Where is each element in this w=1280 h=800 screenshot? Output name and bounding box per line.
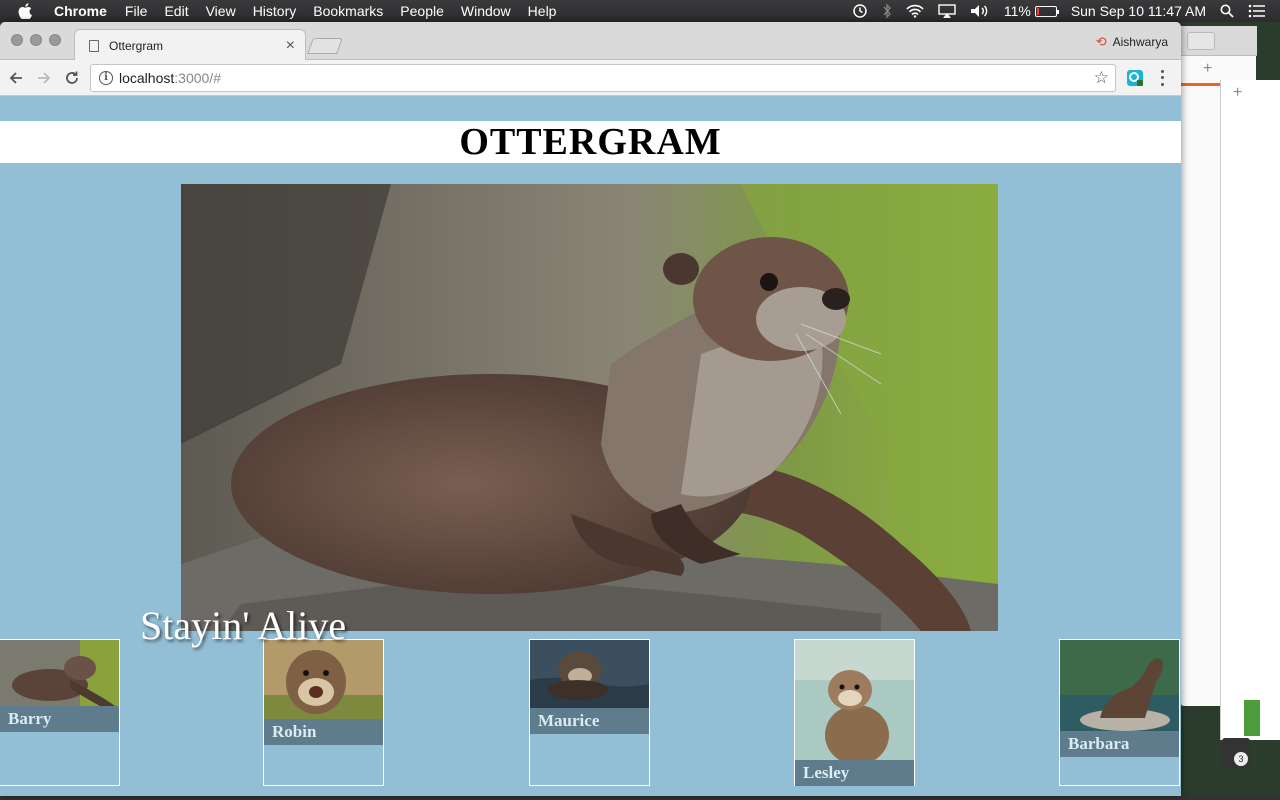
menu-people[interactable]: People (400, 3, 444, 19)
page-viewport: OTTERGRAM Barry Robin Maurice Lesley Bar… (0, 96, 1181, 796)
menu-history[interactable]: History (253, 3, 297, 19)
thumbnail-robin[interactable]: Robin (263, 639, 384, 786)
thumbnail-barry[interactable]: Barry (0, 639, 120, 786)
window-minimize-button[interactable] (30, 34, 42, 46)
browser-window: Ottergram × ⟲ Aishwarya i localhost:3000… (0, 22, 1181, 796)
wifi-icon[interactable] (906, 4, 924, 18)
thumbnail-title: Maurice (530, 708, 649, 734)
background-window-accent (1181, 83, 1225, 86)
search-icon[interactable] (1220, 4, 1234, 18)
background-window-titlebar (1181, 26, 1257, 56)
detail-title: Stayin' Alive (140, 603, 347, 648)
thumbnail-lesley[interactable]: Lesley (794, 639, 915, 786)
thumbnail-title: Barry (0, 706, 119, 732)
thumbnail-title: Lesley (795, 760, 914, 786)
status-area: 11% Sun Sep 10 11:47 AM (852, 0, 1280, 22)
back-icon[interactable] (4, 66, 28, 90)
notification-icon[interactable]: 3 (1222, 738, 1250, 768)
background-app-strip (1244, 700, 1260, 736)
page-header: OTTERGRAM (0, 121, 1181, 163)
thumbnail-image-barbara (1060, 640, 1179, 731)
thumbnail-image-maurice (530, 640, 649, 708)
apple-icon[interactable] (18, 3, 38, 19)
profile-button[interactable]: ⟲ Aishwarya (1096, 34, 1168, 50)
thumbnail-image-barry (0, 640, 119, 706)
forward-icon[interactable] (32, 66, 56, 90)
info-icon[interactable]: i (99, 71, 113, 85)
menu-file[interactable]: File (125, 3, 148, 19)
thumbnail-image-robin (264, 640, 383, 719)
page-icon (89, 39, 99, 52)
detail-image (181, 184, 998, 631)
bluetooth-icon[interactable] (882, 3, 892, 19)
url-host: localhost (119, 70, 175, 86)
window-zoom-button[interactable] (49, 34, 61, 46)
plus-icon-2: + (1233, 84, 1243, 101)
thumbnail-image-lesley (795, 640, 914, 760)
menu-bookmarks[interactable]: Bookmarks (313, 3, 383, 19)
volume-icon[interactable] (970, 4, 990, 18)
menu-window[interactable]: Window (461, 3, 511, 19)
menu-icon[interactable] (1156, 68, 1168, 88)
dock-edge (0, 796, 1280, 800)
extension-icon[interactable] (1126, 69, 1144, 87)
duplicate-icon (1187, 32, 1215, 50)
url-path: :3000/# (174, 70, 221, 86)
battery-status[interactable]: 11% (1003, 3, 1059, 19)
menu-edit[interactable]: Edit (164, 3, 188, 19)
star-icon[interactable]: ☆ (1094, 69, 1109, 86)
list-icon[interactable] (1248, 4, 1266, 18)
close-icon[interactable]: × (286, 37, 295, 54)
menu-help[interactable]: Help (528, 3, 557, 19)
profile-name: Aishwarya (1112, 35, 1168, 49)
history-icon[interactable] (852, 3, 868, 19)
battery-icon (1034, 5, 1059, 17)
battery-fill (1036, 7, 1039, 15)
reload-icon[interactable] (60, 66, 84, 90)
thumbnail-title: Barbara (1060, 731, 1179, 757)
airplay-icon[interactable] (938, 4, 956, 18)
thumbnail-title: Robin (264, 719, 383, 745)
battery-percent: 11% (1003, 3, 1031, 19)
tab-ottergram[interactable]: Ottergram × (74, 29, 306, 61)
plus-icon: + (1203, 60, 1213, 77)
browser-toolbar: i localhost:3000/# ☆ (0, 60, 1181, 96)
thumbnail-barbara[interactable]: Barbara (1059, 639, 1180, 786)
thumbnail-maurice[interactable]: Maurice (529, 639, 650, 786)
window-close-button[interactable] (11, 34, 23, 46)
tab-title: Ottergram (109, 38, 164, 53)
clock[interactable]: Sun Sep 10 11:47 AM (1071, 3, 1206, 19)
new-tab-button[interactable] (307, 38, 343, 54)
address-bar[interactable]: i localhost:3000/# ☆ (90, 64, 1116, 92)
menu-view[interactable]: View (206, 3, 236, 19)
notification-badge: 3 (1234, 752, 1248, 766)
mac-menubar: Chrome File Edit View History Bookmarks … (0, 0, 1280, 22)
tab-bar: Ottergram × ⟲ Aishwarya (0, 22, 1181, 61)
background-window-2[interactable]: + (1220, 80, 1280, 740)
profile-icon: ⟲ (1095, 34, 1107, 49)
page-title: OTTERGRAM (459, 121, 722, 163)
menu-app-chrome[interactable]: Chrome (54, 3, 107, 19)
